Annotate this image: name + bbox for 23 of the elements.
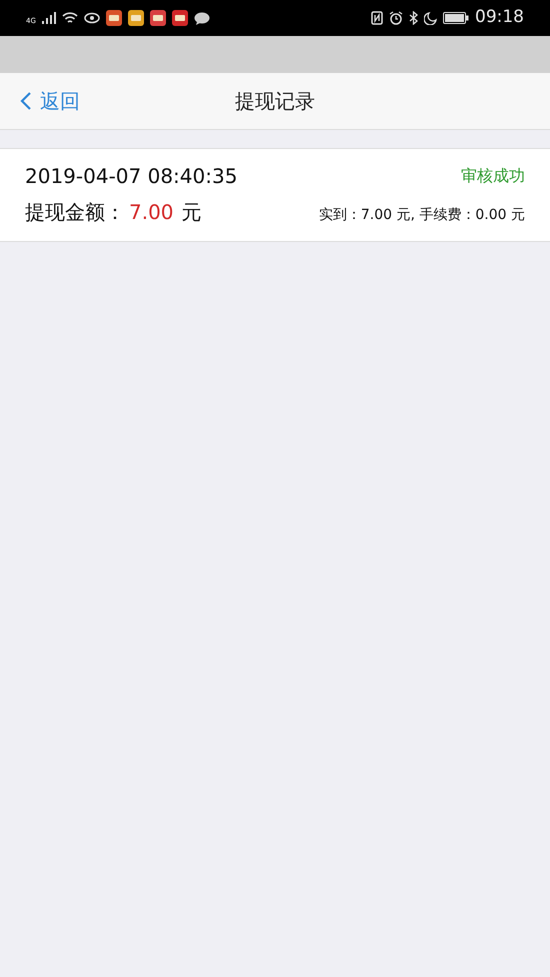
app-icon (128, 10, 144, 26)
page-title: 提现记录 (235, 88, 315, 115)
clock-time: 09:18 (475, 6, 524, 30)
battery-icon (443, 12, 469, 24)
moon-icon (424, 12, 437, 24)
record-datetime: 2019-04-07 08:40:35 (25, 163, 238, 190)
app-icon (150, 10, 166, 26)
record-detail: 实到：7.00 元, 手续费：0.00 元 (318, 206, 525, 225)
app-icon (106, 10, 122, 26)
chat-bubble-icon (194, 12, 210, 24)
wifi-icon (62, 12, 78, 24)
amount-value: 7.00 (129, 199, 174, 226)
record-status: 审核成功 (461, 165, 525, 187)
chevron-left-icon (20, 91, 32, 111)
nfc-icon (371, 11, 383, 25)
alarm-icon (389, 11, 403, 25)
app-icon (172, 10, 188, 26)
amount-label: 提现金额： (25, 199, 125, 226)
bluetooth-icon (409, 11, 418, 25)
eye-icon (84, 12, 100, 24)
amount-unit: 元 (182, 199, 202, 226)
signal-icon (42, 12, 56, 24)
back-button[interactable]: 返回 (20, 73, 80, 129)
